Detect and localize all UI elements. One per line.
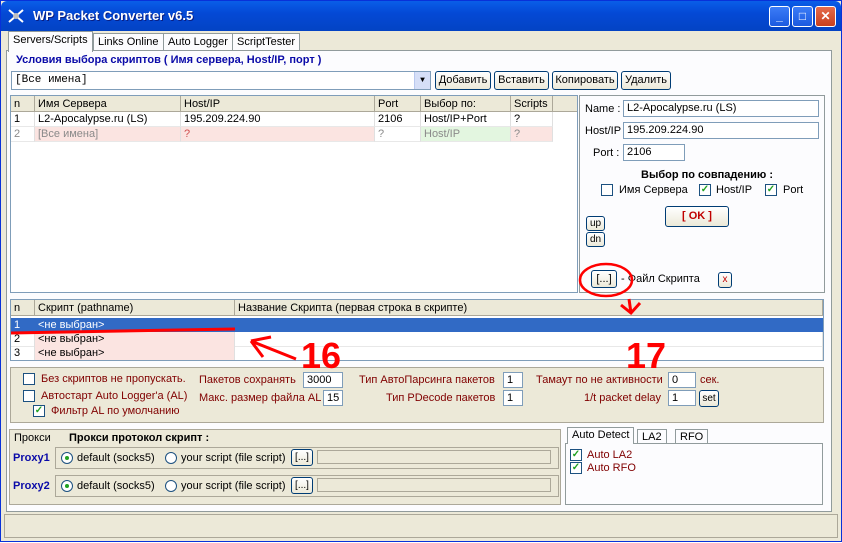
annotation-arrow-up — [620, 298, 642, 316]
tab-label: Auto Detect — [572, 429, 630, 441]
annotation-16: 16 — [301, 335, 342, 376]
tab-label: Servers/Scripts — [13, 34, 88, 46]
red-annotation-overlay — [10, 262, 642, 361]
annotation-17: 17 — [626, 335, 667, 376]
tab-servers-scripts[interactable]: Servers/Scripts — [8, 31, 93, 52]
annotation-underline — [10, 327, 236, 335]
annotation-arrow-left — [249, 335, 297, 361]
annotation-circle — [578, 262, 634, 298]
app-window: WP Packet Converter v6.5 _ □ ✕ Servers/S… — [0, 0, 842, 542]
tab-auto-detect[interactable]: Auto Detect — [567, 427, 635, 444]
